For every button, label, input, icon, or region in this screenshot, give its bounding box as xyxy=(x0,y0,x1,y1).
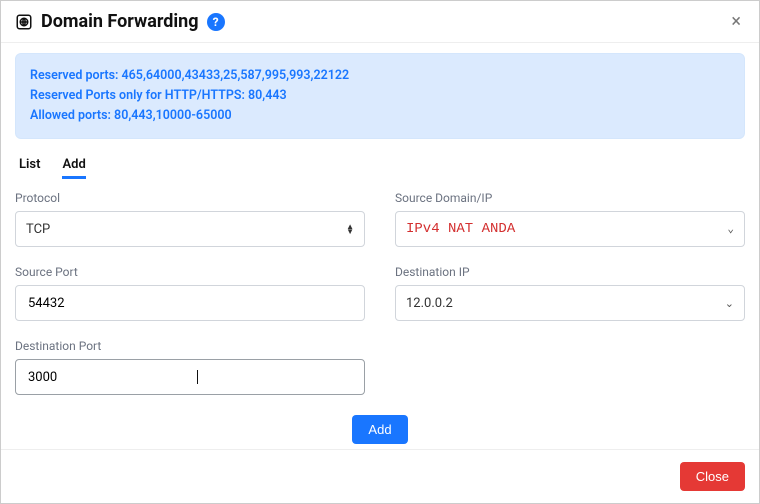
source-port-input-wrap xyxy=(15,285,365,321)
title-wrap: Domain Forwarding ? xyxy=(15,11,727,32)
protocol-select[interactable]: TCP ▲▼ xyxy=(15,211,365,247)
close-icon[interactable]: × xyxy=(727,11,745,32)
text-cursor xyxy=(197,370,198,384)
destination-port-input-wrap xyxy=(15,359,365,395)
destination-port-field: Destination Port xyxy=(15,339,365,395)
destination-ip-label: Destination IP xyxy=(395,265,745,279)
info-line-allowed: Allowed ports: 80,443,10000-65000 xyxy=(30,107,730,126)
modal-title: Domain Forwarding xyxy=(41,11,199,32)
info-line-http: Reserved Ports only for HTTP/HTTPS: 80,4… xyxy=(30,87,730,106)
destination-port-input[interactable] xyxy=(26,360,196,394)
add-form: Protocol TCP ▲▼ Source Domain/IP IPv4 NA… xyxy=(15,191,745,395)
info-line-reserved: Reserved ports: 465,64000,43433,25,587,9… xyxy=(30,67,730,86)
add-button-row: Add xyxy=(15,415,745,444)
destination-port-label: Destination Port xyxy=(15,339,365,353)
select-arrows-icon: ▲▼ xyxy=(346,224,354,234)
source-port-label: Source Port xyxy=(15,265,365,279)
modal-footer: Close xyxy=(1,449,759,503)
protocol-label: Protocol xyxy=(15,191,365,205)
domain-forwarding-modal: Domain Forwarding ? × Reserved ports: 46… xyxy=(0,0,760,504)
destination-ip-select[interactable]: 12.0.0.2 ⌄ xyxy=(395,285,745,321)
destination-ip-value: 12.0.0.2 xyxy=(406,296,725,311)
protocol-field: Protocol TCP ▲▼ xyxy=(15,191,365,247)
chevron-down-icon: ⌄ xyxy=(725,297,734,310)
globe-icon xyxy=(15,13,33,31)
source-domain-label: Source Domain/IP xyxy=(395,191,745,205)
source-port-field: Source Port xyxy=(15,265,365,321)
source-port-input[interactable] xyxy=(26,286,354,320)
chevron-down-icon: ⌄ xyxy=(727,222,734,236)
port-info-box: Reserved ports: 465,64000,43433,25,587,9… xyxy=(15,53,745,139)
source-domain-value: IPv4 NAT ANDA xyxy=(406,221,727,237)
tab-add[interactable]: Add xyxy=(62,153,85,179)
destination-ip-field: Destination IP 12.0.0.2 ⌄ xyxy=(395,265,745,321)
modal-body: Reserved ports: 465,64000,43433,25,587,9… xyxy=(1,43,759,449)
source-domain-select[interactable]: IPv4 NAT ANDA ⌄ xyxy=(395,211,745,247)
help-icon[interactable]: ? xyxy=(207,13,225,31)
close-button[interactable]: Close xyxy=(680,462,745,491)
source-domain-field: Source Domain/IP IPv4 NAT ANDA ⌄ xyxy=(395,191,745,247)
modal-header: Domain Forwarding ? × xyxy=(1,1,759,43)
protocol-value: TCP xyxy=(26,222,346,237)
tabs: List Add xyxy=(19,153,745,179)
tab-list[interactable]: List xyxy=(19,153,40,179)
add-button[interactable]: Add xyxy=(352,415,407,444)
